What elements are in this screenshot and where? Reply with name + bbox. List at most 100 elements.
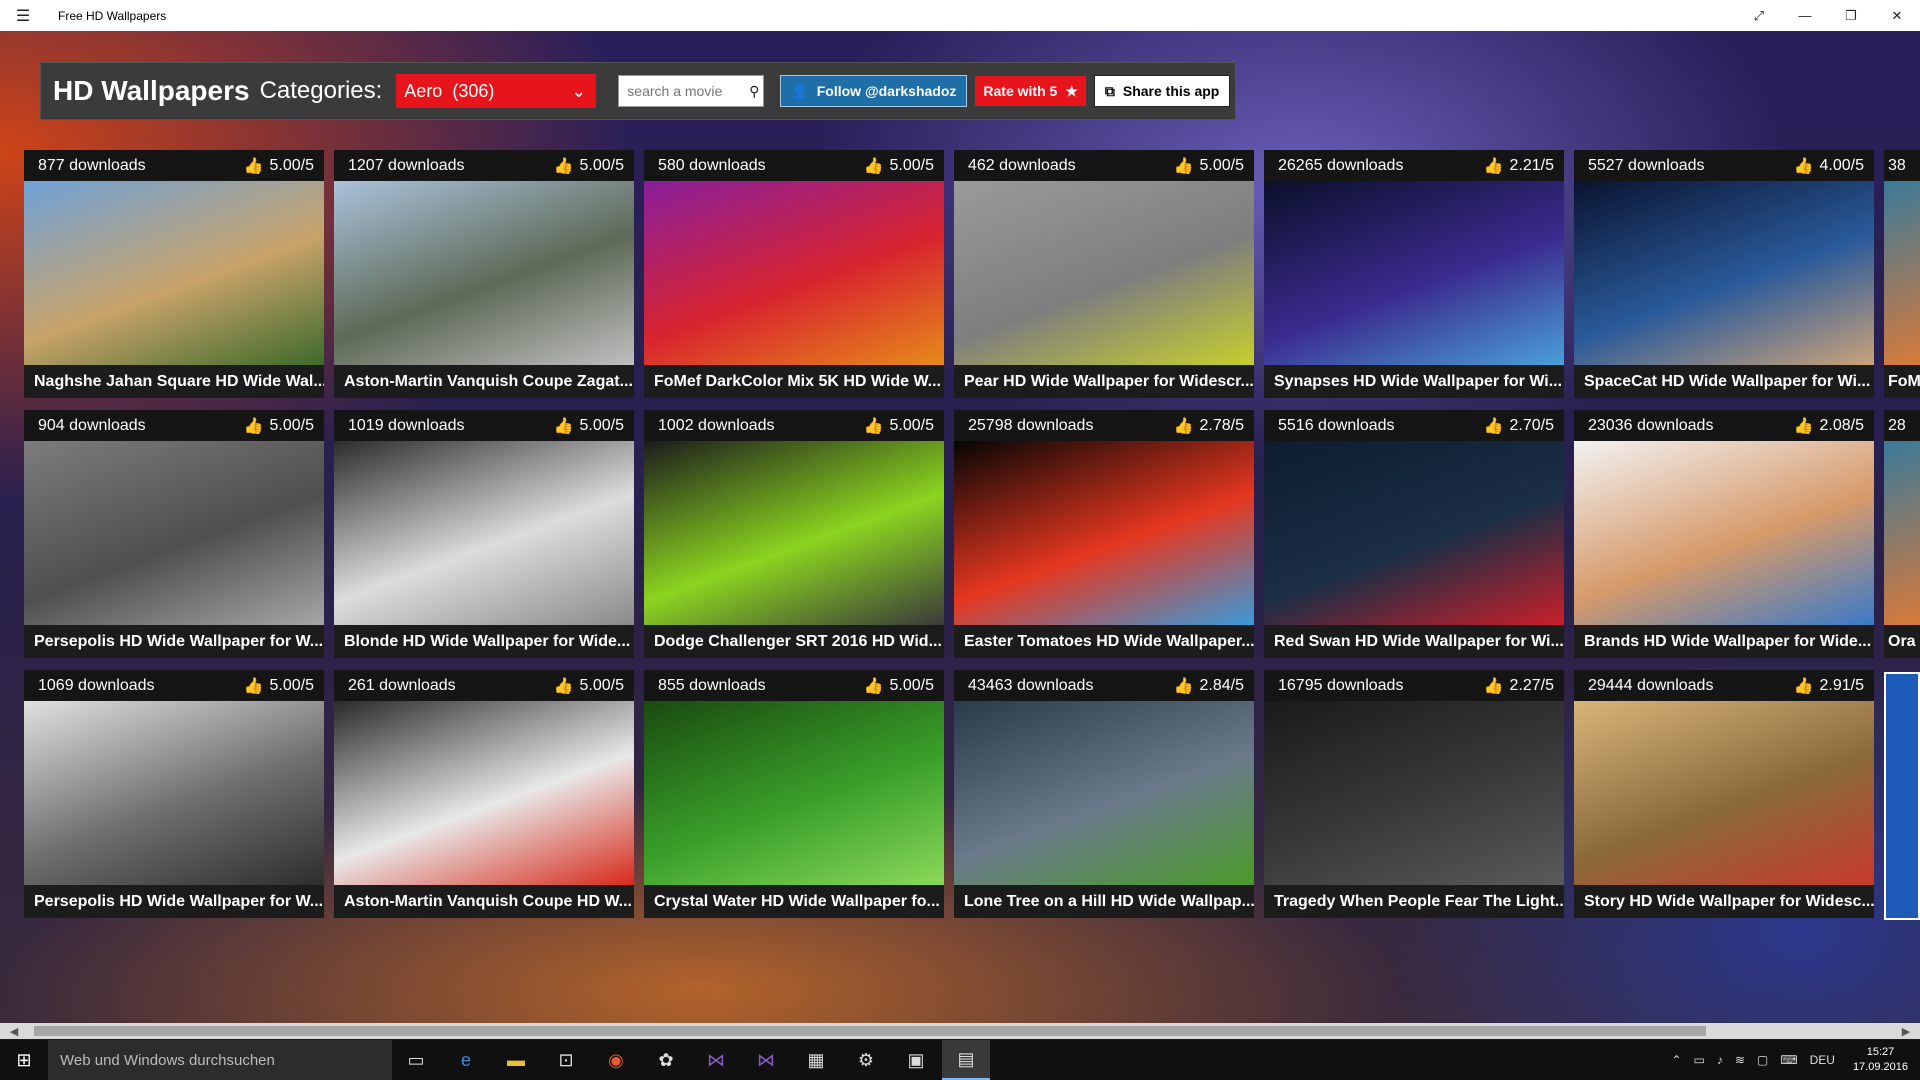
fullscreen-button[interactable]: ⤢ [1736,0,1782,31]
wallpaper-thumbnail[interactable] [954,701,1254,885]
file-explorer-icon[interactable]: ▬ [492,1040,540,1080]
scroll-left-icon[interactable]: ◀ [4,1023,24,1039]
wallpaper-tile[interactable]: 23036 downloads 👍 2.08/5 Brands HD Wide Wal… [1574,410,1874,658]
language-indicator[interactable]: DEU [1810,1053,1835,1067]
wallpaper-title[interactable]: Crystal Water HD Wide Wallpaper fo... [644,885,944,918]
wallpaper-title[interactable]: Tragedy When People Fear The Light... [1264,885,1564,918]
app-icon[interactable]: ✿ [642,1040,690,1080]
horizontal-scrollbar[interactable]: ◀ ▶ [0,1023,1920,1039]
wallpaper-title[interactable]: Brands HD Wide Wallpaper for Wide... [1574,625,1874,658]
wallpaper-tile[interactable]: 580 downloads 👍 5.00/5 FoMef DarkColor Mix … [644,150,944,398]
wallpaper-thumbnail[interactable] [954,441,1254,625]
wallpaper-tile[interactable]: 855 downloads 👍 5.00/5 Crystal Water HD Wid… [644,670,944,918]
wallpaper-thumbnail[interactable] [334,441,634,625]
wallpaper-title[interactable]: Easter Tomatoes HD Wide Wallpaper... [954,625,1254,658]
visual-studio-icon[interactable]: ⋈ [692,1040,740,1080]
wallpaper-thumbnail[interactable] [1264,181,1564,365]
wallpaper-thumbnail[interactable] [644,441,944,625]
wallpaper-tile[interactable]: 5516 downloads 👍 2.70/5 Red Swan HD Wide Wa… [1264,410,1564,658]
restore-button[interactable]: ❐ [1828,0,1874,31]
settings-app-icon[interactable]: ⚙ [842,1040,890,1080]
follow-button[interactable]: 👤 Follow @darkshadoz [780,75,968,107]
wallpaper-tile[interactable]: 462 downloads 👍 5.00/5 Pear HD Wide Wallpap… [954,150,1254,398]
hamburger-menu-icon[interactable]: ☰ [0,0,46,31]
wallpaper-tile[interactable]: 1002 downloads 👍 5.00/5 Dodge Challenger SR… [644,410,944,658]
wallpaper-title[interactable]: Aston-Martin Vanquish Coupe Zagat... [334,365,634,398]
wallpaper-title[interactable]: Synapses HD Wide Wallpaper for Wi... [1264,365,1564,398]
wallpaper-thumbnail[interactable] [1574,181,1874,365]
wallpaper-tile[interactable]: 877 downloads 👍 5.00/5 Naghshe Jahan Square… [24,150,324,398]
wallpaper-tile[interactable]: 1207 downloads 👍 5.00/5 Aston-Martin Vanqui… [334,150,634,398]
wallpaper-thumbnail[interactable] [1574,441,1874,625]
chevron-up-icon[interactable]: ⌃ [1671,1053,1681,1067]
wallpaper-title[interactable]: SpaceCat HD Wide Wallpaper for Wi... [1574,365,1874,398]
clock[interactable]: 15:27 17.09.2016 [1853,1045,1908,1075]
battery-icon[interactable]: ▭ [1694,1053,1705,1067]
wallpaper-tile[interactable]: 1069 downloads 👍 5.00/5 Persepolis HD Wide … [24,670,324,918]
wallpaper-thumbnail[interactable] [334,701,634,885]
wallpaper-thumbnail[interactable] [644,181,944,365]
volume-icon[interactable]: ♪ [1717,1053,1723,1067]
calculator-icon[interactable]: ▦ [792,1040,840,1080]
rate-button[interactable]: Rate with 5 ★ [975,76,1086,106]
wallpaper-tile-partial[interactable] [1884,672,1920,920]
wallpaper-tile[interactable]: 904 downloads 👍 5.00/5 Persepolis HD Wide W… [24,410,324,658]
wallpaper-title[interactable]: Naghshe Jahan Square HD Wide Wal... [24,365,324,398]
wallpaper-title[interactable]: Persepolis HD Wide Wallpaper for W... [24,885,324,918]
taskbar-search[interactable]: Web und Windows durchsuchen [48,1040,392,1080]
category-dropdown[interactable]: Aero (306) ⌄ [396,74,597,108]
search-input[interactable] [625,82,746,100]
notification-icon[interactable]: ▢ [1757,1053,1768,1067]
wallpaper-tile[interactable]: 43463 downloads 👍 2.84/5 Lone Tree on a Hil… [954,670,1254,918]
visual-studio-2-icon[interactable]: ⋈ [742,1040,790,1080]
search-icon[interactable]: ⚲ [745,83,763,100]
wallpaper-tile[interactable]: 29444 downloads 👍 2.91/5 Story HD Wide Wall… [1574,670,1874,918]
wallpaper-tile[interactable]: 16795 downloads 👍 2.27/5 Tragedy When Peopl… [1264,670,1564,918]
wallpaper-title[interactable]: Aston-Martin Vanquish Coupe HD W... [334,885,634,918]
wallpaper-title[interactable]: Pear HD Wide Wallpaper for Widescr... [954,365,1254,398]
wallpaper-thumbnail[interactable] [24,441,324,625]
wallpaper-tile[interactable]: 26265 downloads 👍 2.21/5 Synapses HD Wide W… [1264,150,1564,398]
keyboard-icon[interactable]: ⌨ [1780,1053,1797,1067]
wallpaper-thumbnail[interactable] [644,701,944,885]
wallpaper-tile[interactable]: 5527 downloads 👍 4.00/5 SpaceCat HD Wide Wa… [1574,150,1874,398]
terminal-icon[interactable]: ▣ [892,1040,940,1080]
wallpaper-thumbnail[interactable] [1574,701,1874,885]
search-box[interactable]: ⚲ [618,75,765,107]
wallpaper-title[interactable]: FoMef DarkColor Mix 5K HD Wide W... [644,365,944,398]
wallpaper-title[interactable]: Dodge Challenger SRT 2016 HD Wid... [644,625,944,658]
windows-start-icon[interactable]: ⊞ [0,1040,48,1080]
wallpaper-tile[interactable]: 1019 downloads 👍 5.00/5 Blonde HD Wide Wall… [334,410,634,658]
wallpaper-thumbnail[interactable] [954,181,1254,365]
minimize-button[interactable]: — [1782,0,1828,31]
wallpaper-title[interactable]: Story HD Wide Wallpaper for Widesc... [1574,885,1874,918]
wallpaper-thumbnail[interactable] [24,701,324,885]
wallpapers-app-icon[interactable]: ▤ [942,1040,990,1080]
wifi-icon[interactable]: ≋ [1735,1053,1745,1067]
wallpaper-title[interactable]: Red Swan HD Wide Wallpaper for Wi... [1264,625,1564,658]
chrome-icon[interactable]: ◉ [592,1040,640,1080]
wallpaper-title[interactable]: Ora [1884,625,1920,658]
wallpaper-thumbnail[interactable] [1884,441,1920,625]
wallpaper-tile-partial[interactable]: 38 FoM [1884,150,1920,398]
close-button[interactable]: ✕ [1874,0,1920,31]
wallpaper-thumbnail[interactable] [24,181,324,365]
wallpaper-thumbnail[interactable] [1884,181,1920,365]
task-view-icon[interactable]: ▭ [392,1040,440,1080]
scroll-right-icon[interactable]: ▶ [1896,1023,1916,1039]
wallpaper-tile[interactable]: 25798 downloads 👍 2.78/5 Easter Tomatoes HD… [954,410,1254,658]
wallpaper-tile[interactable]: 261 downloads 👍 5.00/5 Aston-Martin Vanquis… [334,670,634,918]
scrollbar-thumb[interactable] [34,1026,1706,1036]
rating: 👍 2.27/5 [1483,676,1554,695]
wallpaper-tile-partial[interactable]: 28 Ora [1884,410,1920,658]
wallpaper-thumbnail[interactable] [1264,701,1564,885]
wallpaper-thumbnail[interactable] [1264,441,1564,625]
wallpaper-title[interactable]: FoM [1884,365,1920,398]
store-icon[interactable]: ⊡ [542,1040,590,1080]
wallpaper-title[interactable]: Blonde HD Wide Wallpaper for Wide... [334,625,634,658]
edge-icon[interactable]: e [442,1040,490,1080]
share-button[interactable]: ⧉ Share this app [1093,75,1231,107]
wallpaper-title[interactable]: Persepolis HD Wide Wallpaper for W... [24,625,324,658]
wallpaper-thumbnail[interactable] [334,181,634,365]
wallpaper-title[interactable]: Lone Tree on a Hill HD Wide Wallpap... [954,885,1254,918]
